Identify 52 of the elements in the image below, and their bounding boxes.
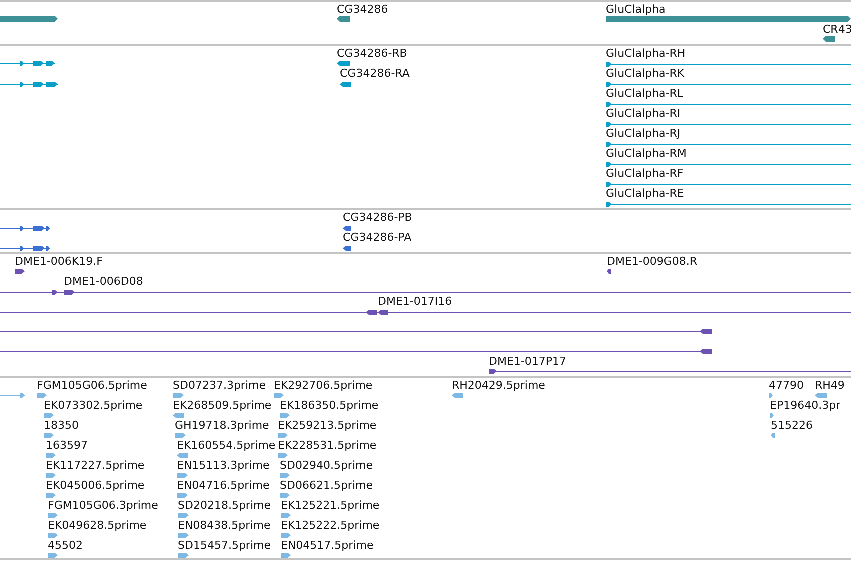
feature-label: EN04517.5prime — [281, 539, 374, 552]
feature-label: 163597 — [46, 439, 88, 452]
feature-label: EK073302.5prime — [44, 399, 143, 412]
feature-label: GluClalpha — [606, 3, 666, 16]
feature-label: EK117227.5prime — [46, 459, 145, 472]
feature-label: CG34286-PA — [343, 231, 412, 244]
feature-label: DME1-017I16 — [378, 295, 452, 308]
feature-label: GluClalpha-RM — [606, 147, 687, 160]
feature-label: CR43 — [823, 23, 851, 36]
feature-label: EK045006.5prime — [46, 479, 145, 492]
feature-label: SD02940.5prime — [280, 459, 373, 472]
feature-label: RH20429.5prime — [452, 379, 546, 392]
feature-label: EK125222.5prime — [281, 519, 380, 532]
feature-label: GluClalpha-RK — [606, 67, 685, 80]
feature-label: DME1-006K19.F — [15, 255, 103, 268]
feature-label: 18350 — [44, 419, 79, 432]
feature-label: CG34286 — [337, 3, 388, 16]
feature-label: DME1-017P17 — [489, 355, 567, 368]
feature-label: SD20218.5prime — [178, 499, 271, 512]
feature-label: EK160554.5prime — [177, 439, 276, 452]
feature-label: SD06621.5prime — [280, 479, 373, 492]
feature-label: EP19640.3pr — [770, 399, 841, 412]
feature-label: CG34286-PB — [343, 211, 412, 224]
feature-label: SD07237.3prime — [173, 379, 266, 392]
feature-label: 45502 — [48, 539, 83, 552]
feature-label: 47790 — [769, 379, 804, 392]
feature-label: GluClalpha-RL — [606, 87, 684, 100]
feature-label: FGM105G06.3prime — [48, 499, 158, 512]
feature-label: EK186350.5prime — [280, 399, 379, 412]
feature-label: FGM105G06.5prime — [37, 379, 148, 392]
feature-label: EK049628.5prime — [48, 519, 147, 532]
feature-label: EN08438.5prime — [178, 519, 271, 532]
feature-label: GH19718.3prime — [175, 419, 270, 432]
feature-label: EK228531.5prime — [278, 439, 377, 452]
feature-label: GluClalpha-RE — [606, 187, 684, 200]
feature-label: EK268509.5prime — [173, 399, 272, 412]
feature-label: 515226 — [771, 419, 813, 432]
feature-label: DME1-009G08.R — [607, 255, 698, 268]
feature-label: EK292706.5prime — [274, 379, 373, 392]
feature-label: EK259213.5prime — [278, 419, 377, 432]
feature-label: GluClalpha-RJ — [606, 127, 681, 140]
feature-label: CG34286-RB — [337, 47, 408, 60]
feature-label: EK125221.5prime — [281, 499, 380, 512]
feature-label: GluClalpha-RF — [606, 167, 684, 180]
feature-label: EN15113.3prime — [177, 459, 270, 472]
feature-label: EN04716.5prime — [177, 479, 270, 492]
feature-label: GluClalpha-RH — [606, 47, 686, 60]
feature-label: SD15457.5prime — [178, 539, 271, 552]
feature-label: RH49 — [815, 379, 845, 392]
feature-label: GluClalpha-RI — [606, 107, 681, 120]
feature-label: DME1-006D08 — [64, 275, 144, 288]
feature-label: CG34286-RA — [340, 67, 410, 80]
